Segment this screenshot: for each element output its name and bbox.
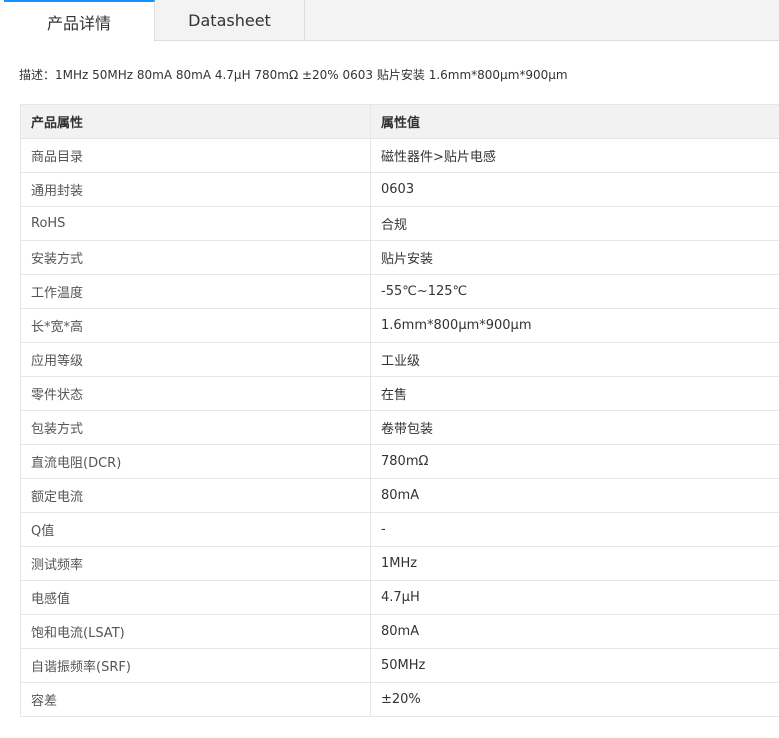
attribute-name: Q值 — [20, 512, 371, 547]
attribute-name: 饱和电流(LSAT) — [20, 614, 371, 649]
attribute-name: 直流电阻(DCR) — [20, 444, 371, 479]
attribute-name: 额定电流 — [20, 478, 371, 513]
attribute-value: 50MHz — [370, 648, 779, 683]
attribute-name: 通用封装 — [20, 172, 371, 207]
header-value: 属性值 — [370, 104, 779, 139]
tab-datasheet[interactable]: Datasheet — [155, 0, 305, 41]
attribute-name: 应用等级 — [20, 342, 371, 377]
attribute-value: 合规 — [370, 206, 779, 241]
attribute-name: 长*宽*高 — [20, 308, 371, 343]
attribute-value: - — [370, 512, 779, 547]
attribute-name: 零件状态 — [20, 376, 371, 411]
table-row: 应用等级 工业级 — [20, 342, 779, 377]
attribute-name: 自谐振频率(SRF) — [20, 648, 371, 683]
attribute-name: 测试频率 — [20, 546, 371, 581]
tab-bar: 产品详情 Datasheet — [4, 0, 779, 42]
table-header-row: 产品属性 属性值 — [20, 104, 779, 139]
table-row: 工作温度 -55℃~125℃ — [20, 274, 779, 309]
attribute-value: 贴片安装 — [370, 240, 779, 275]
attribute-name: 安装方式 — [20, 240, 371, 275]
header-attribute: 产品属性 — [20, 104, 371, 139]
table-row: 测试频率 1MHz — [20, 546, 779, 581]
attribute-name: 电感值 — [20, 580, 371, 615]
tab-product-details[interactable]: 产品详情 — [4, 0, 155, 42]
attribute-name: RoHS — [20, 206, 371, 241]
table-row: 零件状态 在售 — [20, 376, 779, 411]
attribute-name: 商品目录 — [20, 138, 371, 173]
table-row: RoHS 合规 — [20, 206, 779, 241]
attribute-value: 0603 — [370, 172, 779, 207]
table-row: 额定电流 80mA — [20, 478, 779, 513]
table-row: 自谐振频率(SRF) 50MHz — [20, 648, 779, 683]
product-description: 描述：1MHz 50MHz 80mA 80mA 4.7μH 780mΩ ±20%… — [19, 68, 568, 82]
attribute-table: 产品属性 属性值 商品目录 磁性器件>贴片电感 通用封装 0603 RoHS 合规 安装方式… — [20, 104, 779, 717]
table-row: 商品目录 磁性器件>贴片电感 — [20, 138, 779, 173]
attribute-value: 780mΩ — [370, 444, 779, 479]
attribute-value: 在售 — [370, 376, 779, 411]
table-row: 通用封装 0603 — [20, 172, 779, 207]
attribute-name: 容差 — [20, 682, 371, 717]
product-page: 产品详情 Datasheet 描述：1MHz 50MHz 80mA 80mA 4… — [0, 0, 779, 738]
table-row: 容差 ±20% — [20, 682, 779, 717]
table-row: 直流电阻(DCR) 780mΩ — [20, 444, 779, 479]
attribute-value: 4.7μH — [370, 580, 779, 615]
attribute-value: -55℃~125℃ — [370, 274, 779, 309]
table-row: 电感值 4.7μH — [20, 580, 779, 615]
attribute-value: ±20% — [370, 682, 779, 717]
table-row: Q值 - — [20, 512, 779, 547]
attribute-value: 80mA — [370, 614, 779, 649]
table-row: 安装方式 贴片安装 — [20, 240, 779, 275]
attribute-value: 1.6mm*800μm*900μm — [370, 308, 779, 343]
attribute-value: 工业级 — [370, 342, 779, 377]
attribute-value: 1MHz — [370, 546, 779, 581]
attribute-value: 磁性器件>贴片电感 — [370, 138, 779, 173]
table-row: 长*宽*高 1.6mm*800μm*900μm — [20, 308, 779, 343]
attribute-value: 80mA — [370, 478, 779, 513]
attribute-name: 包装方式 — [20, 410, 371, 445]
attribute-name: 工作温度 — [20, 274, 371, 309]
table-row: 包装方式 卷带包装 — [20, 410, 779, 445]
table-row: 饱和电流(LSAT) 80mA — [20, 614, 779, 649]
attribute-value: 卷带包装 — [370, 410, 779, 445]
